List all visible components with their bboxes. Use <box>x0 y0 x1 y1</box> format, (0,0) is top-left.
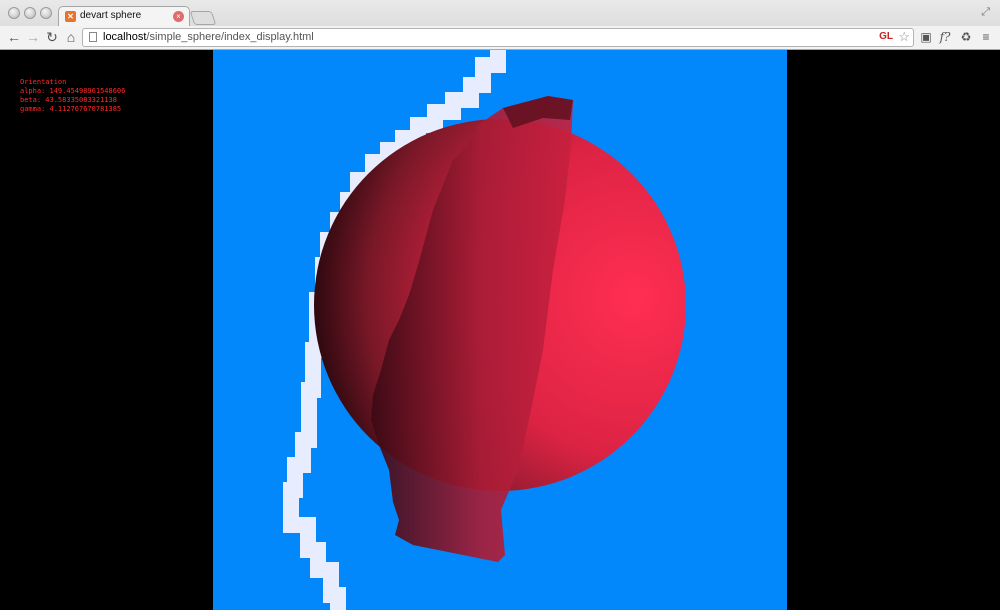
orientation-heading: Orientation <box>20 78 67 86</box>
new-tab-button[interactable] <box>189 11 217 25</box>
url-text[interactable]: localhost/simple_sphere/index_display.ht… <box>103 31 314 43</box>
recycle-extension-icon[interactable]: ♻ <box>958 29 974 45</box>
tab-devart-sphere[interactable]: ✕ devart sphere × <box>58 6 190 27</box>
menu-hamburger-icon[interactable]: ≡ <box>978 29 994 45</box>
close-window-button[interactable] <box>8 7 20 19</box>
fullscreen-arrows-icon[interactable]: ⤢ <box>981 6 990 19</box>
browser-chrome: ✕ devart sphere × ⤢ ← → ↻ ⌂ localhost/si… <box>0 0 1000 50</box>
navigation-toolbar: ← → ↻ ⌂ localhost/simple_sphere/index_di… <box>0 26 1000 49</box>
address-bar[interactable]: localhost/simple_sphere/index_display.ht… <box>82 28 914 47</box>
reload-icon[interactable]: ↻ <box>44 29 60 45</box>
home-icon[interactable]: ⌂ <box>63 29 79 45</box>
zoom-window-button[interactable] <box>40 7 52 19</box>
xampp-favicon-icon: ✕ <box>65 11 76 22</box>
alpha-value: alpha: 149.45498961548606 <box>20 87 126 95</box>
cast-extension-icon[interactable]: ▣ <box>918 29 934 45</box>
forward-arrow-icon[interactable]: → <box>25 29 41 45</box>
url-host: localhost <box>103 31 147 43</box>
gamma-value: gamma: 4.112767670781385 <box>20 105 122 113</box>
title-bar: ✕ devart sphere × ⤢ <box>0 0 1000 27</box>
minimize-window-button[interactable] <box>24 7 36 19</box>
webgl-inspector-icon[interactable]: GL <box>879 31 893 42</box>
back-arrow-icon[interactable]: ← <box>6 29 22 45</box>
webgl-canvas[interactable] <box>213 50 787 610</box>
beta-value: beta: 43.58335083321138 <box>20 96 117 104</box>
page-viewport: Orientation alpha: 149.45498961548606 be… <box>0 50 1000 610</box>
page-icon <box>89 32 97 42</box>
tab-title: devart sphere <box>80 10 142 21</box>
tab-close-icon[interactable]: × <box>173 11 184 22</box>
font-extension-icon[interactable]: f? <box>937 29 953 45</box>
bookmark-star-icon[interactable]: ☆ <box>898 29 910 45</box>
orientation-readout: Orientation alpha: 149.45498961548606 be… <box>20 78 125 114</box>
url-path: /simple_sphere/index_display.html <box>146 31 314 43</box>
